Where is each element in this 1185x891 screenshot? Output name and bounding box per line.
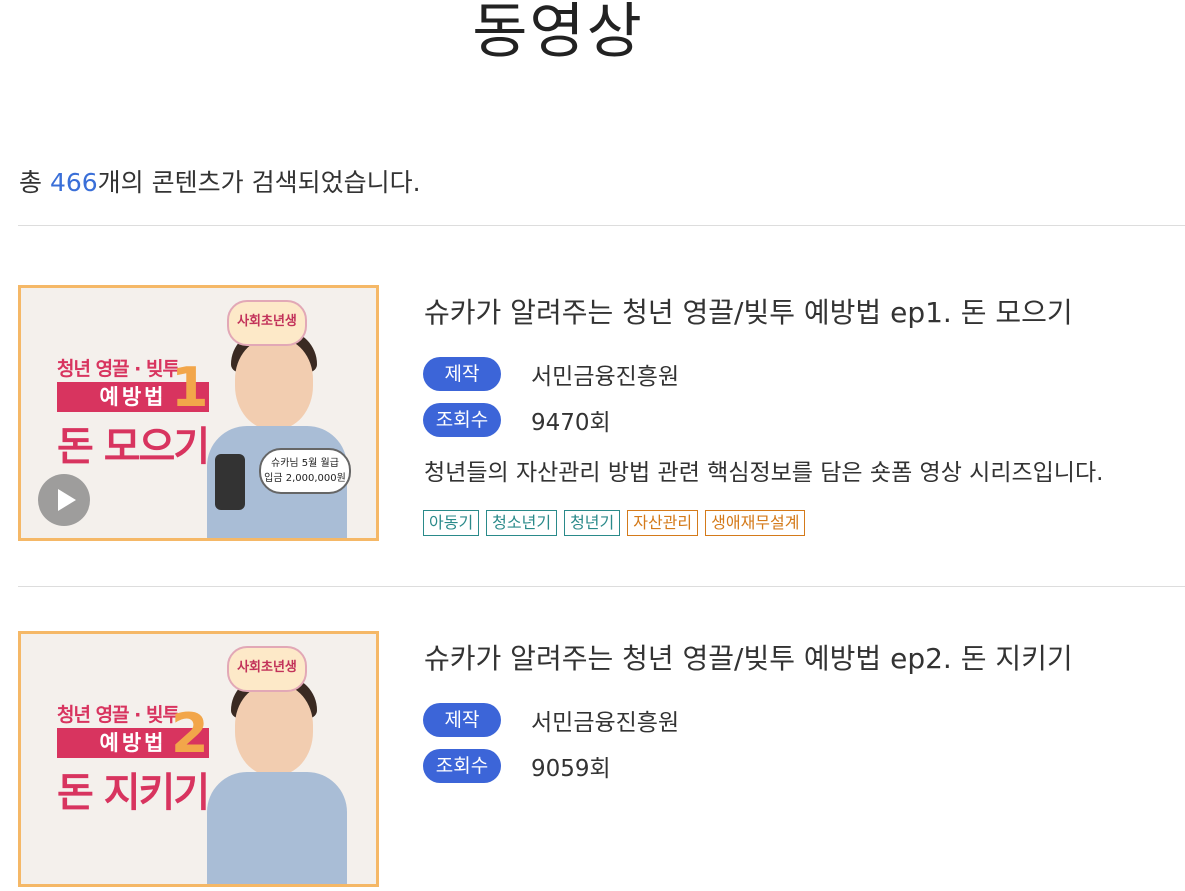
views-value: 9059회 [531, 756, 611, 782]
thumbnail-phone [215, 454, 245, 510]
producer-value: 서민금융진흥원 [531, 710, 680, 736]
bubble-text-1: 슈카님 5월 월급 [271, 458, 339, 469]
tag[interactable]: 청소년기 [486, 510, 558, 536]
result-count: 466 [49, 168, 98, 197]
video-thumbnail[interactable]: 사회초년생 청년 영끌 · 빚투 예방법 돈 지키기 2 [18, 631, 379, 887]
page-title: 동영상 [472, 0, 644, 67]
thumbnail-person-face [235, 338, 313, 430]
views-value: 9470회 [531, 410, 611, 436]
video-description: 청년들의 자산관리 방법 관련 핵심정보를 담은 숏폼 영상 시리즈입니다. [424, 460, 1104, 486]
tag[interactable]: 자산관리 [627, 510, 699, 536]
thumbnail-text-line1: 청년 영끌 · 빚투 [57, 704, 180, 726]
divider [18, 225, 1185, 226]
producer-row: 제작 서민금융진흥원 [423, 703, 679, 737]
play-icon[interactable] [38, 474, 90, 526]
divider [18, 586, 1185, 587]
thumbnail-text-line3: 돈 모으기 [57, 424, 210, 470]
summary-suffix: 개의 콘텐츠가 검색되었습니다. [97, 168, 421, 197]
views-row: 조회수 9059회 [423, 749, 611, 783]
thumbnail-text-line1: 청년 영끌 · 빚투 [57, 358, 180, 380]
producer-row: 제작 서민금융진흥원 [423, 357, 679, 391]
thumbnail-badge: 사회초년생 [227, 646, 307, 692]
thumbnail-text-line3: 돈 지키기 [57, 770, 210, 816]
video-title[interactable]: 슈카가 알려주는 청년 영끌/빚투 예방법 ep1. 돈 모으기 [424, 291, 1073, 331]
producer-label: 제작 [423, 703, 501, 737]
video-thumbnail[interactable]: 사회초년생 청년 영끌 · 빚투 예방법 돈 모으기 1 슈카님 5월 월급 입… [18, 285, 379, 541]
video-item: 사회초년생 청년 영끌 · 빚투 예방법 돈 지키기 2 슈카가 알려주는 청년… [18, 631, 1185, 891]
tag[interactable]: 아동기 [423, 510, 480, 536]
thumbnail-person-body [207, 772, 347, 884]
bubble-text-2: 입금 2,000,000원 [264, 473, 346, 484]
views-label: 조회수 [423, 403, 501, 437]
thumbnail-badge: 사회초년생 [227, 300, 307, 346]
views-label: 조회수 [423, 749, 501, 783]
thumbnail-speech-bubble: 슈카님 5월 월급 입금 2,000,000원 [259, 448, 351, 494]
result-summary: 총 466개의 콘텐츠가 검색되었습니다. [19, 163, 421, 199]
summary-prefix: 총 [19, 168, 50, 197]
producer-label: 제작 [423, 357, 501, 391]
tag[interactable]: 생애재무설계 [705, 510, 806, 536]
views-row: 조회수 9470회 [423, 403, 611, 437]
tag-list: 아동기 청소년기 청년기 자산관리 생애재무설계 [423, 510, 806, 536]
tag[interactable]: 청년기 [564, 510, 621, 536]
thumbnail-episode-number: 1 [171, 356, 209, 419]
thumbnail-episode-number: 2 [171, 702, 209, 765]
producer-value: 서민금융진흥원 [531, 364, 680, 390]
video-title[interactable]: 슈카가 알려주는 청년 영끌/빚투 예방법 ep2. 돈 지키기 [424, 637, 1073, 677]
thumbnail-person-face [235, 684, 313, 776]
video-item: 사회초년생 청년 영끌 · 빚투 예방법 돈 모으기 1 슈카님 5월 월급 입… [18, 285, 1185, 545]
